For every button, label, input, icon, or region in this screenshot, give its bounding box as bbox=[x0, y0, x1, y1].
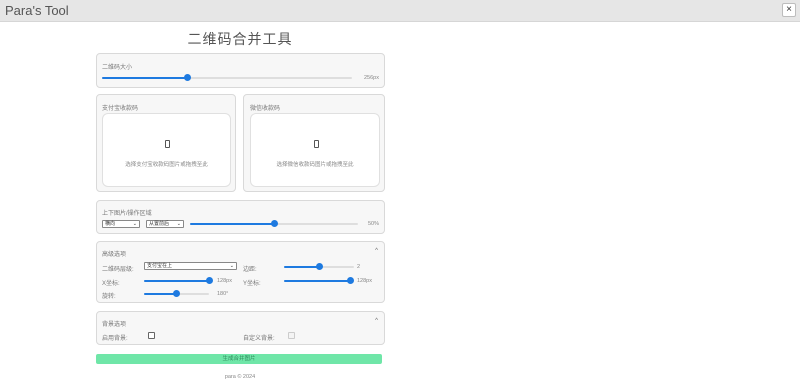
wechat-upload-hint: 选择微信收款码图片或拖拽至此 bbox=[276, 162, 354, 168]
use-background-checkbox[interactable] bbox=[148, 332, 155, 339]
slider-thumb[interactable] bbox=[346, 277, 354, 284]
y-label: Y坐标: bbox=[243, 281, 261, 287]
wechat-card: 微信收款码 选择微信收款码图片或拖拽至此 bbox=[243, 94, 385, 192]
x-slider[interactable] bbox=[144, 277, 213, 284]
wechat-upload-area[interactable]: 选择微信收款码图片或拖拽至此 bbox=[250, 113, 380, 187]
padding-slider[interactable] bbox=[284, 263, 354, 270]
advanced-title: 高级选项 bbox=[102, 252, 127, 258]
x-value: 128px bbox=[217, 278, 232, 284]
order-value: 从置前后 bbox=[149, 221, 170, 227]
y-slider[interactable] bbox=[284, 277, 354, 284]
slider-thumb[interactable] bbox=[183, 74, 191, 81]
title-bar: Para's Tool × bbox=[0, 0, 800, 22]
rotation-value: 180° bbox=[217, 291, 229, 297]
layout-label: 上下图片/操作区域 bbox=[102, 211, 152, 217]
slider-thumb[interactable] bbox=[173, 290, 180, 297]
custom-background-checkbox[interactable] bbox=[288, 332, 295, 339]
position-label: 二维码层级: bbox=[102, 267, 134, 273]
footer-text: para © 2024 bbox=[224, 374, 256, 380]
close-icon: × bbox=[786, 4, 792, 15]
direction-select[interactable]: 横向 ⌄ bbox=[102, 220, 140, 228]
ratio-value: 50% bbox=[367, 221, 379, 227]
rotation-label: 旋转: bbox=[102, 294, 116, 300]
phone-icon bbox=[165, 140, 170, 148]
padding-label: 边距: bbox=[243, 267, 257, 273]
chevron-down-icon: ⌄ bbox=[229, 263, 234, 269]
chevron-up-icon[interactable]: ^ bbox=[375, 248, 378, 254]
wechat-title: 微信收款码 bbox=[250, 106, 281, 112]
slider-thumb[interactable] bbox=[270, 220, 278, 227]
chevron-down-icon: ⌄ bbox=[132, 221, 137, 227]
background-card: 背景选项 ^ 启用背景: 自定义背景: bbox=[96, 311, 385, 345]
generate-button[interactable]: 生成合并图片 bbox=[96, 354, 382, 364]
position-value: 支付宝在上 bbox=[147, 263, 173, 269]
order-select[interactable]: 从置前后 ⌄ bbox=[146, 220, 184, 228]
x-label: X坐标: bbox=[102, 281, 120, 287]
y-value: 128px bbox=[357, 278, 372, 284]
direction-value: 横向 bbox=[105, 221, 116, 227]
alipay-upload-area[interactable]: 选择支付宝收款码图片或拖拽至此 bbox=[102, 113, 231, 187]
alipay-card: 支付宝收款码 选择支付宝收款码图片或拖拽至此 bbox=[96, 94, 236, 192]
slider-thumb[interactable] bbox=[205, 277, 213, 284]
use-background-label: 启用背景: bbox=[102, 336, 128, 342]
padding-value: 2 bbox=[357, 264, 361, 270]
slider-thumb[interactable] bbox=[315, 263, 323, 270]
custom-background-label: 自定义背景: bbox=[243, 336, 275, 342]
app-title: Para's Tool bbox=[5, 3, 69, 18]
qr-size-slider[interactable] bbox=[102, 74, 352, 81]
qr-size-card: 二维码大小 256px bbox=[96, 53, 385, 88]
phone-icon bbox=[314, 140, 319, 148]
chevron-up-icon[interactable]: ^ bbox=[375, 318, 378, 324]
rotation-slider[interactable] bbox=[144, 290, 209, 297]
advanced-card: 高级选项 ^ 二维码层级: 支付宝在上 ⌄ 边距: 2 X坐标: 128px Y… bbox=[96, 241, 385, 303]
close-button[interactable]: × bbox=[782, 3, 796, 17]
page-title: 二维码合并工具 bbox=[187, 31, 293, 47]
layout-card: 上下图片/操作区域 横向 ⌄ 从置前后 ⌄ 50% bbox=[96, 200, 385, 234]
alipay-title: 支付宝收款码 bbox=[102, 106, 139, 112]
qr-size-label: 二维码大小 bbox=[102, 65, 133, 71]
ratio-slider[interactable] bbox=[190, 220, 358, 227]
alipay-upload-hint: 选择支付宝收款码图片或拖拽至此 bbox=[125, 162, 208, 168]
qr-size-value: 256px bbox=[364, 75, 379, 81]
position-select[interactable]: 支付宝在上 ⌄ bbox=[144, 262, 237, 270]
chevron-down-icon: ⌄ bbox=[176, 221, 181, 227]
background-title: 背景选项 bbox=[102, 322, 127, 328]
